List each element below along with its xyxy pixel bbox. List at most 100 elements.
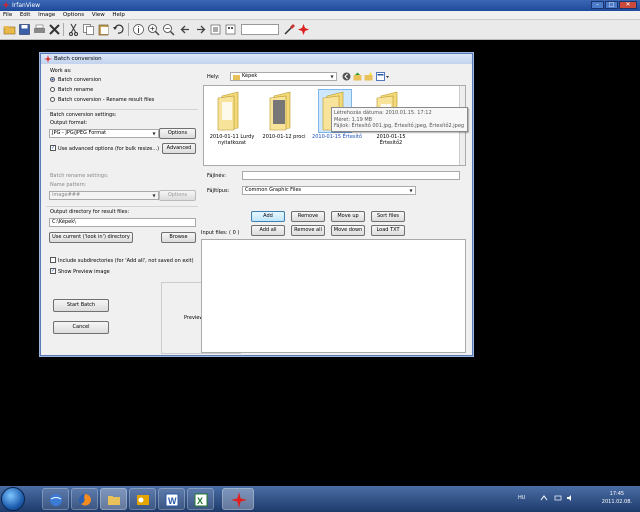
menu-edit[interactable]: Edit	[17, 11, 34, 19]
filetype-select[interactable]: Common Graphic Files ▼	[242, 186, 416, 195]
rename-settings-label: Batch rename settings:	[50, 173, 109, 179]
window-controls: – □ ✕	[591, 1, 637, 9]
close-button[interactable]: ✕	[619, 1, 637, 9]
chevron-down-icon: ▼	[330, 74, 334, 79]
taskbar-irfanview[interactable]	[222, 488, 254, 510]
taskbar-folder[interactable]	[100, 488, 127, 510]
network-icon[interactable]	[554, 494, 562, 502]
back-icon[interactable]	[342, 72, 351, 81]
delete-icon[interactable]	[48, 23, 61, 36]
folder-item[interactable]: 2010-01-12 proci	[259, 90, 309, 150]
filename-label: Fájlnév:	[207, 173, 226, 179]
print-icon[interactable]	[33, 23, 46, 36]
new-folder-icon[interactable]	[364, 72, 373, 81]
load-txt-button[interactable]: Load TXT	[371, 225, 405, 236]
browse-button[interactable]: Browse	[161, 232, 196, 243]
radio-batch-rename[interactable]	[50, 87, 55, 92]
info-icon[interactable]	[132, 23, 145, 36]
zoom-in-icon[interactable]	[147, 23, 160, 36]
use-current-directory-button[interactable]: Use current ('look in') directory	[49, 232, 133, 243]
show-preview-checkbox[interactable]: ✓	[50, 268, 56, 274]
folder-icon	[269, 91, 291, 131]
word-icon: W	[165, 493, 179, 507]
cut-icon[interactable]	[67, 23, 80, 36]
thumbnails-icon[interactable]	[224, 23, 237, 36]
move-up-button[interactable]: Move up	[331, 211, 365, 222]
add-button[interactable]: Add	[251, 211, 285, 222]
zoom-out-icon[interactable]	[162, 23, 175, 36]
sort-files-button[interactable]: Sort files	[371, 211, 405, 222]
maximize-button[interactable]: □	[605, 1, 618, 9]
folder-item[interactable]: 2010-01-11 Lurdy nyitatkozat	[207, 90, 257, 150]
radio-batch-rename-label: Batch rename	[58, 87, 94, 93]
advanced-options-checkbox[interactable]: ✓	[50, 145, 56, 151]
filename-input[interactable]	[242, 171, 460, 180]
toolbar-separator	[128, 23, 129, 36]
volume-icon[interactable]	[566, 494, 574, 502]
add-all-button[interactable]: Add all	[251, 225, 285, 236]
output-directory-input[interactable]: C:\Képek\	[49, 218, 196, 227]
open-folder-icon[interactable]	[3, 23, 16, 36]
svg-text:W: W	[168, 496, 177, 506]
output-directory-label: Output directory for result files:	[50, 209, 130, 215]
first-page-icon[interactable]	[209, 23, 222, 36]
input-files-list[interactable]	[201, 239, 466, 353]
firefox-icon	[79, 494, 91, 506]
zoom-level-input[interactable]	[241, 24, 279, 35]
menu-help[interactable]: Help	[109, 11, 128, 19]
chevron-down-icon: ▼	[152, 131, 156, 136]
menu-bar: File Edit Image Options View Help	[0, 11, 640, 20]
menu-image[interactable]: Image	[35, 11, 58, 19]
svg-text:X: X	[197, 496, 203, 506]
remove-button[interactable]: Remove	[291, 211, 325, 222]
radio-batch-conversion-rename[interactable]	[50, 97, 55, 102]
about-icon[interactable]	[297, 23, 310, 36]
dialog-title-bar: Batch conversion	[41, 54, 472, 64]
look-in-select[interactable]: Képek ▼	[230, 72, 337, 81]
excel-icon: X	[194, 493, 208, 507]
move-down-button[interactable]: Move down	[331, 225, 365, 236]
previous-icon[interactable]	[179, 23, 192, 36]
clock[interactable]: 17:45 2011.02.08.	[602, 490, 632, 506]
save-icon[interactable]	[18, 23, 31, 36]
remove-all-button[interactable]: Remove all	[291, 225, 325, 236]
taskbar-outlook[interactable]	[129, 488, 156, 510]
format-options-button[interactable]: Options	[159, 128, 196, 139]
name-pattern-select[interactable]: image### ▼	[49, 191, 159, 200]
explorer-icon	[50, 494, 62, 506]
advanced-button[interactable]: Advanced	[162, 143, 196, 154]
include-subdirectories-checkbox[interactable]	[50, 257, 56, 263]
settings-tools-icon[interactable]	[283, 23, 296, 36]
conversion-settings-label: Batch conversion settings:	[50, 112, 117, 118]
clock-date: 2011.02.08.	[601, 499, 632, 505]
taskbar-word[interactable]: W	[158, 488, 185, 510]
language-indicator[interactable]: HU	[518, 495, 525, 501]
output-format-select[interactable]: JPG - JPG/JPEG Format ▼	[49, 129, 159, 138]
chevron-down-icon: ▼	[409, 188, 413, 193]
start-button[interactable]	[1, 487, 25, 511]
taskbar-firefox[interactable]	[71, 488, 98, 510]
menu-view[interactable]: View	[89, 11, 108, 19]
rename-options-button[interactable]: Options	[159, 190, 196, 201]
copy-icon[interactable]	[82, 23, 95, 36]
up-folder-icon[interactable]	[353, 72, 362, 81]
radio-batch-conversion[interactable]	[50, 77, 55, 82]
work-as-label: Work as:	[50, 68, 72, 74]
paste-icon[interactable]	[97, 23, 110, 36]
app-title-bar: IrfanView – □ ✕	[0, 0, 640, 11]
menu-file[interactable]: File	[0, 11, 15, 19]
menu-options[interactable]: Options	[60, 11, 87, 19]
cancel-button[interactable]: Cancel	[53, 321, 109, 334]
chevron-down-icon: ▼	[152, 193, 156, 198]
include-subdirectories-label: Include subdirectories (for 'Add all', n…	[58, 258, 194, 264]
taskbar-excel[interactable]: X	[187, 488, 214, 510]
output-format-label: Output format:	[50, 120, 88, 126]
view-menu-icon[interactable]	[376, 72, 389, 81]
undo-icon[interactable]	[112, 23, 125, 36]
minimize-button[interactable]: –	[591, 1, 604, 9]
tray-arrow-icon[interactable]	[540, 494, 548, 502]
taskbar-explorer[interactable]	[42, 488, 69, 510]
next-icon[interactable]	[194, 23, 207, 36]
irfanview-app-icon	[2, 1, 10, 9]
start-batch-button[interactable]: Start Batch	[53, 299, 109, 312]
